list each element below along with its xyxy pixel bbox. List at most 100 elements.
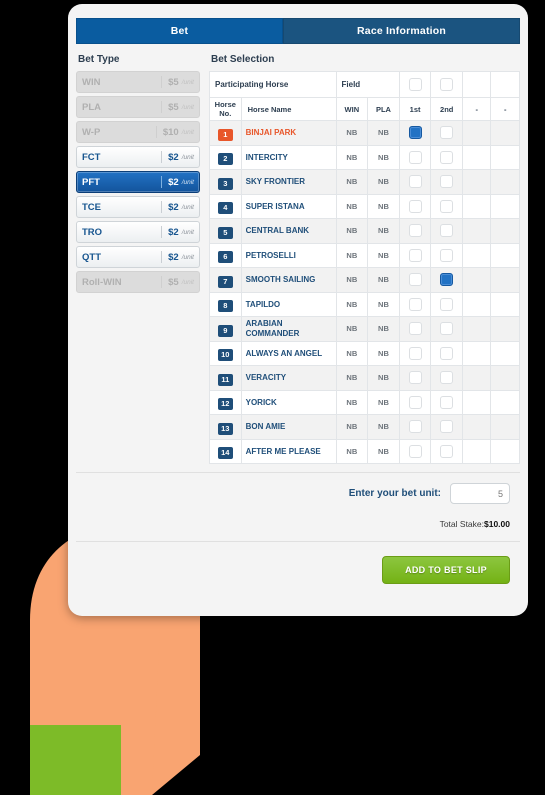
checkbox-icon[interactable] [408, 322, 422, 336]
checkbox-icon[interactable] [440, 224, 454, 238]
checkbox-1st[interactable] [398, 365, 432, 391]
field-checkbox-2nd[interactable] [430, 71, 464, 98]
checkbox-2nd[interactable] [430, 242, 464, 268]
pla-odds-cell: NB [367, 144, 400, 170]
pla-odds-cell: NB [367, 340, 400, 366]
checkbox-checked-icon[interactable] [440, 273, 454, 287]
checkbox-1st[interactable] [398, 438, 432, 464]
bet-type-tro[interactable]: TRO $2/unit [76, 221, 200, 243]
checkbox-2nd[interactable] [430, 414, 464, 440]
checkbox-icon[interactable] [408, 224, 422, 238]
bet-unit-bar: Enter your bet unit: [76, 472, 520, 514]
total-stake-label: Total Stake: [439, 519, 484, 529]
bet-type-price: $5 [168, 276, 179, 288]
bet-type-name: QTT [82, 251, 101, 263]
checkbox-1st[interactable] [398, 144, 432, 170]
horse-number-cell: 5 [209, 218, 242, 244]
checkbox-icon[interactable] [440, 199, 454, 213]
checkbox-icon[interactable] [440, 248, 454, 262]
horse-name-cell: ALWAYS AN ANGEL [240, 340, 337, 366]
extra-cell-2 [490, 414, 520, 440]
checkbox-2nd[interactable] [430, 365, 464, 391]
bet-type-name: TRO [82, 226, 103, 238]
bet-type-tce[interactable]: TCE $2/unit [76, 196, 200, 218]
checkbox-icon[interactable] [440, 322, 454, 336]
checkbox-1st[interactable] [398, 414, 432, 440]
extra-cell-1 [462, 193, 492, 219]
checkbox-icon[interactable] [440, 444, 454, 458]
checkbox-2nd[interactable] [430, 218, 464, 244]
checkbox-icon[interactable] [440, 420, 454, 434]
field-checkbox-1st[interactable] [398, 71, 432, 98]
checkbox-1st[interactable] [398, 193, 432, 219]
bet-type-name: W-P [82, 126, 101, 138]
checkbox-icon[interactable] [440, 175, 454, 189]
checkbox-icon[interactable] [408, 78, 422, 91]
extra-cell-1 [462, 438, 492, 464]
horse-number-badge: 3 [217, 177, 233, 190]
checkbox-2nd[interactable] [430, 316, 464, 342]
total-stake-bar: Total Stake:$10.00 [76, 514, 520, 542]
checkbox-2nd[interactable] [430, 193, 464, 219]
checkbox-icon[interactable] [408, 150, 422, 164]
checkbox-icon[interactable] [408, 297, 422, 311]
bet-type-qtt[interactable]: QTT $2/unit [76, 246, 200, 268]
checkbox-icon[interactable] [408, 199, 422, 213]
checkbox-icon[interactable] [408, 395, 422, 409]
checkbox-2nd[interactable] [430, 267, 464, 293]
checkbox-2nd[interactable] [430, 144, 464, 170]
checkbox-2nd[interactable] [430, 291, 464, 317]
checkbox-icon[interactable] [440, 395, 454, 409]
checkbox-icon[interactable] [408, 273, 422, 287]
bet-type-pla: PLA $5/unit [76, 96, 200, 118]
win-odds-cell: NB [335, 120, 369, 146]
checkbox-icon[interactable] [408, 175, 422, 189]
horse-number-cell: 10 [209, 340, 242, 366]
win-odds-cell: NB [335, 389, 369, 415]
checkbox-2nd[interactable] [430, 120, 464, 146]
checkbox-icon[interactable] [408, 371, 422, 385]
add-to-bet-slip-button[interactable]: ADD TO BET SLIP [382, 556, 510, 584]
divider [161, 201, 163, 213]
checkbox-1st[interactable] [398, 242, 432, 268]
checkbox-icon[interactable] [440, 78, 454, 91]
extra-cell-2 [490, 340, 520, 366]
checkbox-icon[interactable] [440, 346, 454, 360]
checkbox-icon[interactable] [440, 297, 454, 311]
win-odds-cell: NB [335, 316, 369, 342]
checkbox-1st[interactable] [398, 316, 432, 342]
checkbox-2nd[interactable] [430, 340, 464, 366]
bet-type-unit: /unit [181, 228, 194, 236]
checkbox-1st[interactable] [398, 169, 432, 195]
column-header-win: WIN [335, 97, 369, 121]
bet-unit-input[interactable] [450, 483, 510, 504]
table-row: 1 BINJAI PARK NB NB [209, 120, 520, 146]
checkbox-2nd[interactable] [430, 389, 464, 415]
checkbox-1st[interactable] [398, 267, 432, 293]
checkbox-1st[interactable] [398, 218, 432, 244]
checkbox-2nd[interactable] [430, 438, 464, 464]
checkbox-1st[interactable] [398, 120, 432, 146]
checkbox-1st[interactable] [398, 291, 432, 317]
checkbox-icon[interactable] [408, 420, 422, 434]
tab-bet[interactable]: Bet [76, 18, 283, 44]
extra-cell-1 [462, 291, 492, 317]
checkbox-icon[interactable] [408, 346, 422, 360]
tab-race-information[interactable]: Race Information [283, 18, 520, 44]
pla-odds-cell: NB [367, 267, 400, 293]
checkbox-1st[interactable] [398, 340, 432, 366]
pla-odds-cell: NB [367, 389, 400, 415]
extra-cell-1 [462, 389, 492, 415]
bet-type-pft[interactable]: PFT $2/unit [76, 171, 200, 193]
checkbox-1st[interactable] [398, 389, 432, 415]
checkbox-2nd[interactable] [430, 169, 464, 195]
bet-type-fct[interactable]: FCT $2/unit [76, 146, 200, 168]
win-odds-cell: NB [335, 169, 369, 195]
checkbox-icon[interactable] [408, 248, 422, 262]
checkbox-icon[interactable] [440, 126, 454, 140]
checkbox-checked-icon[interactable] [408, 126, 422, 140]
checkbox-icon[interactable] [408, 444, 422, 458]
checkbox-icon[interactable] [440, 150, 454, 164]
extra-cell-2 [490, 389, 520, 415]
checkbox-icon[interactable] [440, 371, 454, 385]
